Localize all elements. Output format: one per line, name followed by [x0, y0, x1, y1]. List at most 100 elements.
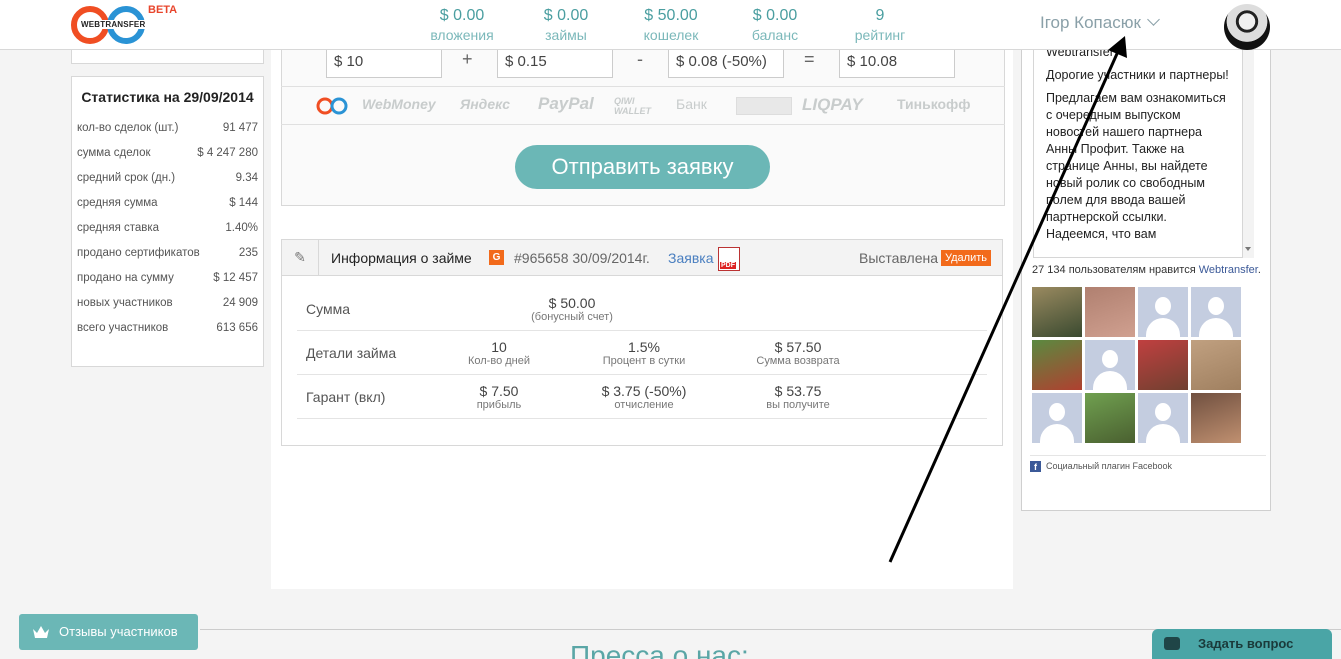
- bank-icon[interactable]: Банк: [676, 96, 707, 112]
- stat-row-label: продано сертификатов: [77, 247, 200, 259]
- visa-mastercard-icon[interactable]: [736, 97, 792, 115]
- webtransfer-pay-icon[interactable]: [315, 96, 349, 116]
- top-header: WEBTRANSFER BETA $ 0.00 вложения $ 0.00 …: [0, 0, 1341, 50]
- reviews-button[interactable]: Отзывы участников: [19, 614, 198, 650]
- row-label: Сумма: [306, 301, 350, 317]
- stat-balance[interactable]: $ 0.00 баланс: [744, 6, 806, 44]
- stat-label: рейтинг: [854, 27, 906, 43]
- facebook-post[interactable]: Webtransfer Дорогие участники и партнеры…: [1033, 50, 1243, 258]
- cell-sub: Кол-во дней: [467, 355, 530, 367]
- cell-value: $ 7.50: [479, 383, 519, 399]
- facebook-footer: f Социальный плагин Facebook: [1030, 455, 1266, 473]
- fan-avatar[interactable]: [1191, 340, 1241, 390]
- stat-investments[interactable]: $ 0.00 вложения: [424, 6, 500, 44]
- row-label: Детали займа: [306, 345, 397, 361]
- plugin-label[interactable]: Социальный плагин Facebook: [1046, 461, 1172, 471]
- tinkoff-icon[interactable]: Тинькофф: [897, 96, 971, 112]
- chat-bubble-icon: [1164, 637, 1180, 650]
- statistics-panel: Статистика на 29/09/2014 кол-во сделок (…: [71, 76, 264, 367]
- stat-row-label: всего участников: [77, 322, 169, 334]
- post-scrollbar[interactable]: [1243, 50, 1254, 258]
- stat-row-value: 1.40%: [225, 222, 258, 234]
- cell-sub: прибыль: [476, 399, 522, 411]
- stat-label: займы: [545, 27, 587, 43]
- stat-row-label: средняя сумма: [77, 197, 158, 209]
- loan-cell: $ 53.75 вы получите: [743, 383, 853, 411]
- loan-cell: $ 50.00 (бонусный счет): [517, 295, 627, 323]
- page-link[interactable]: Webtransfer: [1199, 264, 1258, 276]
- logo-text: WEBTRANSFER: [80, 20, 147, 29]
- stat-row-label: средний срок (дн.): [77, 172, 176, 184]
- fan-avatar[interactable]: [1032, 287, 1082, 337]
- stat-row-value: $ 4 247 280: [197, 147, 258, 159]
- fan-avatar[interactable]: [1085, 340, 1135, 390]
- pdf-icon[interactable]: [718, 247, 740, 271]
- delete-button[interactable]: Удалить: [941, 250, 991, 266]
- webmoney-icon[interactable]: WebMoney: [362, 96, 436, 112]
- fan-avatar[interactable]: [1138, 287, 1188, 337]
- loan-cell: $ 7.50 прибыль: [444, 383, 554, 411]
- yandex-money-icon[interactable]: Яндекс: [460, 96, 510, 112]
- stat-row-value: $ 12 457: [213, 272, 258, 284]
- cell-value: $ 50.00: [548, 295, 596, 311]
- ask-question-button[interactable]: Задать вопрос: [1152, 629, 1332, 659]
- cell-value: 1.5%: [628, 339, 660, 355]
- submit-request-button[interactable]: Отправить заявку: [515, 145, 770, 189]
- stat-row: средняя ставка 1.40%: [72, 222, 263, 247]
- cell-value: $ 3.75 (-50%): [601, 383, 687, 399]
- fan-avatar[interactable]: [1032, 340, 1082, 390]
- paypal-icon[interactable]: PayPal: [538, 94, 594, 114]
- likes-count-text: 27 134 пользователям нравится: [1032, 264, 1196, 276]
- user-name: Ігор Копасюк: [1040, 13, 1141, 32]
- cell-value: 10: [491, 339, 507, 355]
- stat-row: кол-во сделок (шт.) 91 477: [72, 122, 263, 147]
- user-menu[interactable]: Ігор Копасюк: [1040, 13, 1160, 33]
- qiwi-icon[interactable]: QIWI WALLET: [614, 96, 662, 116]
- beta-badge: BETA: [148, 4, 178, 16]
- plus-sign: +: [462, 49, 473, 69]
- stat-row-label: средняя ставка: [77, 222, 160, 234]
- fan-avatar[interactable]: [1191, 287, 1241, 337]
- stat-row-value: 613 656: [216, 322, 258, 334]
- liqpay-icon[interactable]: LIQPAY: [802, 95, 863, 115]
- request-link[interactable]: Заявка: [668, 250, 713, 266]
- loan-status: Выставлена: [859, 250, 939, 266]
- fan-avatar[interactable]: [1085, 287, 1135, 337]
- fan-avatar[interactable]: [1138, 393, 1188, 443]
- stat-row-value: $ 144: [229, 197, 258, 209]
- press-title: Пресса о нас:: [570, 640, 749, 659]
- equals-sign: =: [804, 49, 815, 69]
- loan-row-details: Детали займа 10 Кол-во дней 1.5% Процент…: [297, 331, 987, 375]
- stat-row-value: 24 909: [222, 297, 258, 309]
- loan-info-header: ✎ Информация о займе G #965658 30/09/201…: [282, 240, 1002, 276]
- deal-number: #965658 30/09/2014г.: [514, 250, 650, 266]
- stat-value: $ 0.00: [752, 7, 798, 24]
- stat-value: $ 0.00: [543, 7, 589, 24]
- webtransfer-logo[interactable]: WEBTRANSFER BETA: [70, 4, 180, 46]
- stat-wallet[interactable]: $ 50.00 кошелек: [636, 6, 706, 44]
- crown-icon: [33, 626, 49, 638]
- divider: [281, 124, 1005, 125]
- facebook-icon: f: [1030, 461, 1041, 473]
- fan-avatar[interactable]: [1191, 393, 1241, 443]
- divider: [281, 86, 1005, 87]
- stat-label: вложения: [430, 27, 494, 43]
- cell-sub: (бонусный счет): [531, 311, 613, 323]
- post-paragraph: Дорогие участники и партнеры!: [1046, 68, 1229, 82]
- stat-row: средний срок (дн.) 9.34: [72, 172, 263, 197]
- cell-value: $ 57.50: [774, 339, 822, 355]
- reviews-label: Отзывы участников: [59, 624, 178, 639]
- stat-loans[interactable]: $ 0.00 займы: [530, 6, 602, 44]
- pencil-icon[interactable]: ✎: [282, 240, 319, 275]
- stat-row: продано сертификатов 235: [72, 247, 263, 272]
- loan-info-panel: ✎ Информация о займе G #965658 30/09/201…: [281, 239, 1003, 446]
- stat-row: продано на сумму $ 12 457: [72, 272, 263, 297]
- fan-avatar[interactable]: [1138, 340, 1188, 390]
- post-paragraph: Предлагаем вам ознакомиться с очередным …: [1046, 91, 1226, 241]
- stat-row-label: кол-во сделок (шт.): [77, 122, 179, 134]
- fan-avatar[interactable]: [1085, 393, 1135, 443]
- fan-avatar[interactable]: [1032, 393, 1082, 443]
- avatar[interactable]: [1224, 4, 1270, 50]
- stat-rating[interactable]: 9 рейтинг: [848, 6, 912, 44]
- stat-value: $ 50.00: [644, 7, 698, 24]
